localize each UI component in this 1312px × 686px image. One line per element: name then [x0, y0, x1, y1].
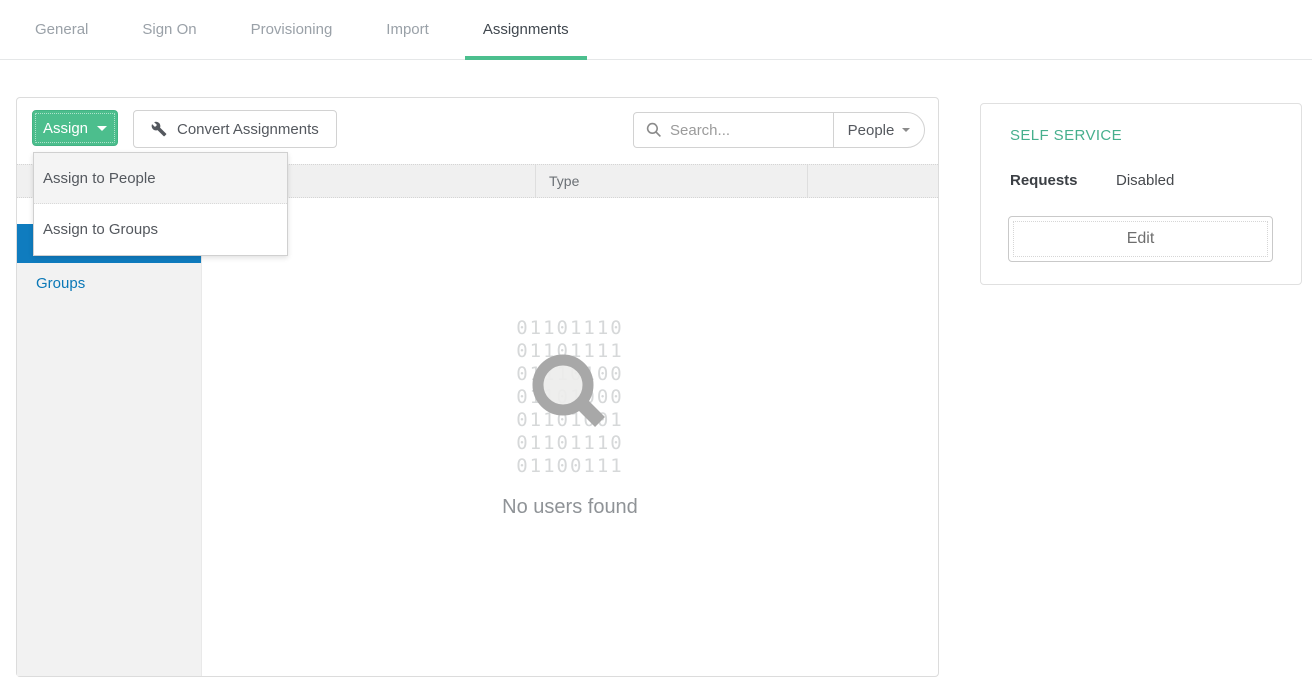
assignments-sidebar: People Groups	[17, 198, 202, 676]
assign-dropdown-menu: Assign to People Assign to Groups	[33, 152, 288, 256]
requests-label: Requests	[1010, 172, 1078, 189]
menu-item-assign-to-people[interactable]: Assign to People	[34, 153, 287, 204]
tab-general[interactable]: General	[17, 0, 106, 59]
column-header-type: Type	[549, 165, 579, 197]
convert-assignments-label: Convert Assignments	[177, 121, 319, 138]
edit-button[interactable]: Edit	[1008, 216, 1273, 262]
search-scope-dropdown[interactable]: People	[834, 113, 924, 147]
column-divider	[535, 165, 536, 197]
tab-provisioning[interactable]: Provisioning	[233, 0, 351, 59]
column-divider	[807, 165, 808, 197]
wrench-icon	[151, 121, 167, 137]
search-control: People	[633, 112, 925, 148]
self-service-panel: SELF SERVICE Requests Disabled Edit	[980, 103, 1302, 285]
chevron-down-icon	[902, 128, 910, 132]
assign-button[interactable]: Assign	[32, 110, 118, 146]
empty-state-message: No users found	[202, 496, 938, 519]
search-scope-value: People	[848, 122, 895, 139]
self-service-title: SELF SERVICE	[1010, 127, 1122, 144]
search-icon	[646, 122, 662, 138]
search-input[interactable]	[670, 122, 820, 139]
requests-value: Disabled	[1116, 172, 1174, 189]
assign-button-label: Assign	[43, 120, 88, 137]
chevron-down-icon	[97, 126, 107, 131]
convert-assignments-button[interactable]: Convert Assignments	[133, 110, 337, 148]
tab-import[interactable]: Import	[368, 0, 447, 59]
binary-row: 01101110	[202, 317, 938, 340]
tab-assignments[interactable]: Assignments	[465, 0, 587, 59]
search-box[interactable]	[634, 113, 834, 147]
magnifier-icon	[517, 343, 647, 478]
sidebar-item-groups[interactable]: Groups	[17, 263, 201, 303]
app-tab-bar: General Sign On Provisioning Import Assi…	[0, 0, 1312, 60]
menu-item-assign-to-groups[interactable]: Assign to Groups	[34, 204, 287, 255]
tab-sign-on[interactable]: Sign On	[124, 0, 214, 59]
